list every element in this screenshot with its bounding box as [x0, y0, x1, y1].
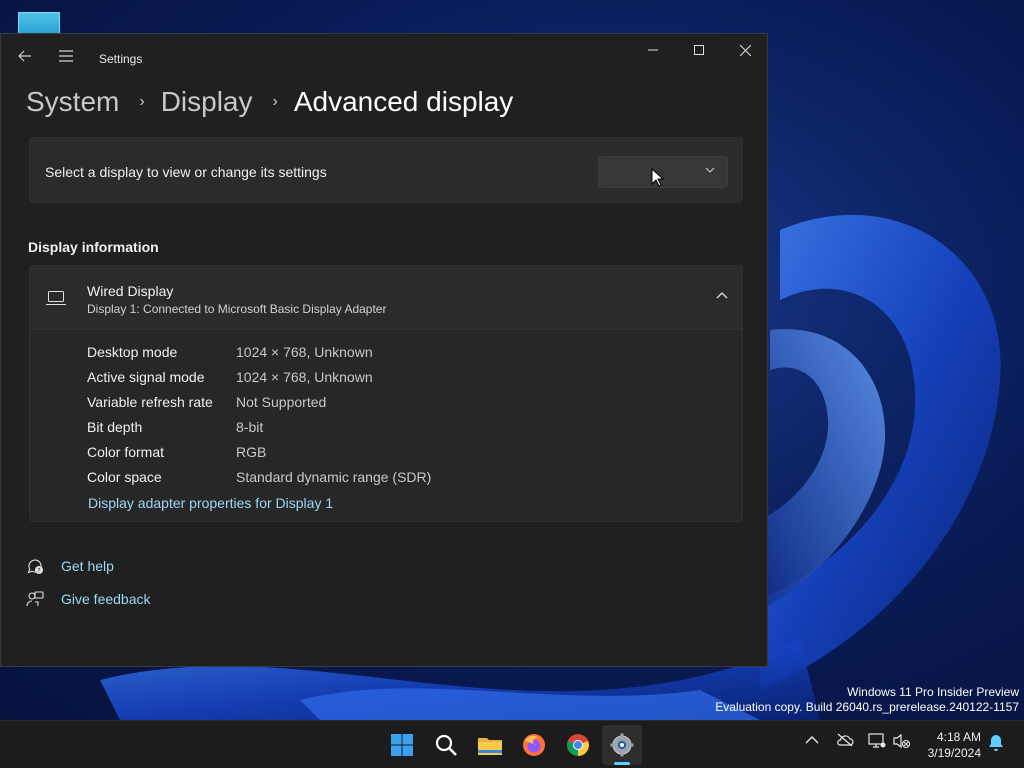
watermark-build: Evaluation copy. Build 26040.rs_prerelea…	[715, 700, 1019, 714]
minimize-icon	[648, 49, 658, 51]
windows-watermark: Windows 11 Pro Insider Preview Evaluatio…	[715, 685, 1019, 715]
network-tray-button[interactable]	[868, 733, 886, 752]
breadcrumb-advanced-display: Advanced display	[293, 86, 514, 117]
settings-icon	[610, 733, 634, 757]
display-information-card: Wired Display Display 1: Connected to Mi…	[29, 265, 743, 522]
info-row-value: 1024 × 768, Unknown	[236, 369, 373, 385]
display-information-header[interactable]: Wired Display Display 1: Connected to Mi…	[30, 266, 742, 332]
info-row-key: Variable refresh rate	[87, 394, 213, 410]
breadcrumb: System › Display › Advanced display	[26, 82, 513, 122]
chevron-down-icon	[705, 167, 715, 173]
close-icon	[739, 44, 751, 56]
settings-button[interactable]	[602, 725, 642, 765]
watermark-edition: Windows 11 Pro Insider Preview	[847, 685, 1019, 699]
firefox-button[interactable]	[514, 725, 554, 765]
give-feedback-label: Give feedback	[61, 591, 151, 607]
settings-window: Settings System › Display › Advanced dis…	[0, 33, 768, 667]
info-row-value: Not Supported	[236, 394, 327, 410]
show-hidden-icons-button[interactable]	[805, 733, 819, 748]
clock-time: 4:18 AM	[936, 730, 981, 744]
taskbar-clock[interactable]: 4:18 AM 3/19/2024	[928, 729, 981, 761]
navigation-menu-button[interactable]	[50, 40, 82, 72]
hamburger-icon	[59, 50, 73, 62]
info-row-key: Color space	[87, 469, 162, 485]
back-arrow-icon	[18, 50, 31, 62]
desktop-shortcut-icon[interactable]	[18, 12, 60, 34]
title-bar: Settings	[1, 34, 767, 82]
start-button[interactable]	[382, 725, 422, 765]
display-information-details: Desktop mode 1024 × 768, Unknown Active …	[30, 333, 742, 521]
volume-tray-button[interactable]	[893, 733, 911, 752]
onedrive-tray-button[interactable]	[836, 733, 854, 750]
display-information-heading: Display information	[28, 239, 159, 255]
maximize-icon	[694, 45, 704, 55]
chevron-right-icon: ›	[272, 93, 278, 110]
maximize-button[interactable]	[676, 34, 722, 66]
laptop-icon	[46, 291, 66, 305]
info-row-value: Standard dynamic range (SDR)	[236, 469, 432, 485]
search-button[interactable]	[426, 725, 466, 765]
app-title: Settings	[99, 52, 143, 66]
firefox-icon	[523, 734, 545, 756]
active-app-indicator	[614, 762, 630, 765]
get-help-label: Get help	[61, 558, 114, 574]
chevron-right-icon: ›	[139, 93, 145, 110]
display-connection: Display 1: Connected to Microsoft Basic …	[87, 302, 387, 316]
display-adapter-properties-link[interactable]: Display adapter properties for Display 1	[88, 495, 333, 511]
taskbar: 4:18 AM 3/19/2024	[0, 720, 1024, 768]
display-name: Wired Display	[87, 283, 174, 299]
feedback-icon	[26, 591, 44, 607]
minimize-button[interactable]	[630, 34, 676, 66]
info-row-value: RGB	[236, 444, 267, 460]
volume-muted-icon	[893, 733, 911, 749]
cloud-offline-icon	[837, 733, 854, 747]
breadcrumb-system[interactable]: System	[26, 86, 119, 118]
close-button[interactable]	[722, 34, 768, 66]
notifications-button[interactable]	[988, 734, 1004, 755]
svg-text:?: ?	[37, 568, 40, 575]
info-row-key: Color format	[87, 444, 165, 460]
select-display-card: Select a display to view or change its s…	[29, 137, 743, 203]
chevron-up-icon[interactable]	[716, 290, 728, 302]
info-row-key: Active signal mode	[87, 369, 205, 385]
search-icon	[435, 734, 457, 756]
start-icon	[391, 734, 413, 756]
chrome-button[interactable]	[558, 725, 598, 765]
chevron-up-icon	[805, 736, 819, 744]
info-row-key: Desktop mode	[87, 344, 178, 360]
info-row-value: 8-bit	[236, 419, 264, 435]
help-chat-icon: ?	[27, 559, 43, 575]
select-display-label: Select a display to view or change its s…	[45, 164, 327, 180]
chrome-icon	[567, 734, 589, 756]
info-row-key: Bit depth	[87, 419, 143, 435]
network-icon	[868, 733, 886, 748]
file-explorer-button[interactable]	[470, 725, 510, 765]
breadcrumb-display[interactable]: Display	[161, 86, 253, 118]
info-row-value: 1024 × 768, Unknown	[236, 344, 373, 360]
notification-bell-icon	[989, 735, 1003, 751]
clock-date: 3/19/2024	[927, 746, 981, 760]
back-button[interactable]	[9, 40, 41, 72]
file-explorer-icon	[478, 738, 502, 755]
mouse-cursor-icon	[651, 168, 664, 187]
